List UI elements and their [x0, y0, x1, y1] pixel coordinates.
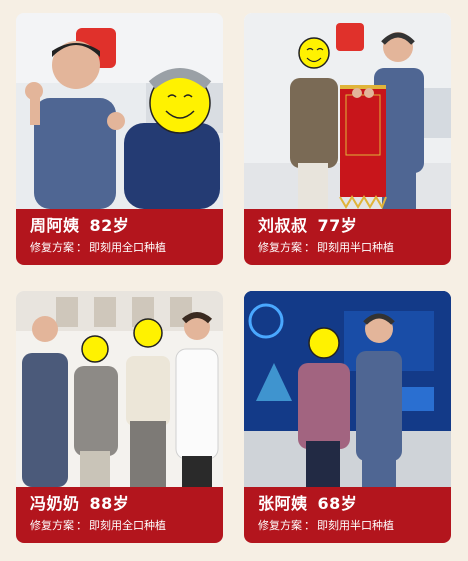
plan-value: 即刻用全口种植	[89, 241, 166, 254]
plan-value: 即刻用半口种植	[317, 241, 394, 254]
patient-photo	[244, 13, 451, 209]
patient-card: 张阿姨 68岁 修复方案：即刻用半口种植	[244, 291, 451, 543]
plan-label: 修复方案	[258, 241, 302, 254]
plan-label: 修复方案	[258, 519, 302, 532]
patient-card: 冯奶奶 88岁 修复方案：即刻用全口种植	[16, 291, 223, 543]
plan-separator: ：	[76, 241, 87, 254]
patient-caption: 冯奶奶 88岁 修复方案：即刻用全口种植	[16, 487, 223, 543]
patient-name: 冯奶奶	[30, 494, 80, 513]
patient-caption: 周阿姨 82岁 修复方案：即刻用全口种植	[16, 209, 223, 265]
patient-name: 张阿姨	[258, 494, 308, 513]
patient-card: 周阿姨 82岁 修复方案：即刻用全口种植	[16, 13, 223, 265]
patient-age: 77岁	[317, 216, 358, 235]
plan-separator: ：	[76, 519, 87, 532]
patient-caption: 张阿姨 68岁 修复方案：即刻用半口种植	[244, 487, 451, 543]
plan-label: 修复方案	[30, 241, 74, 254]
patient-age: 82岁	[89, 216, 130, 235]
patient-card: 刘叔叔 77岁 修复方案：即刻用半口种植	[244, 13, 451, 265]
plan-separator: ：	[304, 241, 315, 254]
patient-photo	[244, 291, 451, 487]
plan-value: 即刻用全口种植	[89, 519, 166, 532]
plan-label: 修复方案	[30, 519, 74, 532]
patient-photo	[16, 291, 223, 487]
patient-name: 周阿姨	[30, 216, 80, 235]
patient-caption: 刘叔叔 77岁 修复方案：即刻用半口种植	[244, 209, 451, 265]
patient-age: 68岁	[317, 494, 358, 513]
plan-separator: ：	[304, 519, 315, 532]
plan-value: 即刻用半口种植	[317, 519, 394, 532]
patient-photo	[16, 13, 223, 209]
patient-age: 88岁	[89, 494, 130, 513]
patient-name: 刘叔叔	[258, 216, 308, 235]
